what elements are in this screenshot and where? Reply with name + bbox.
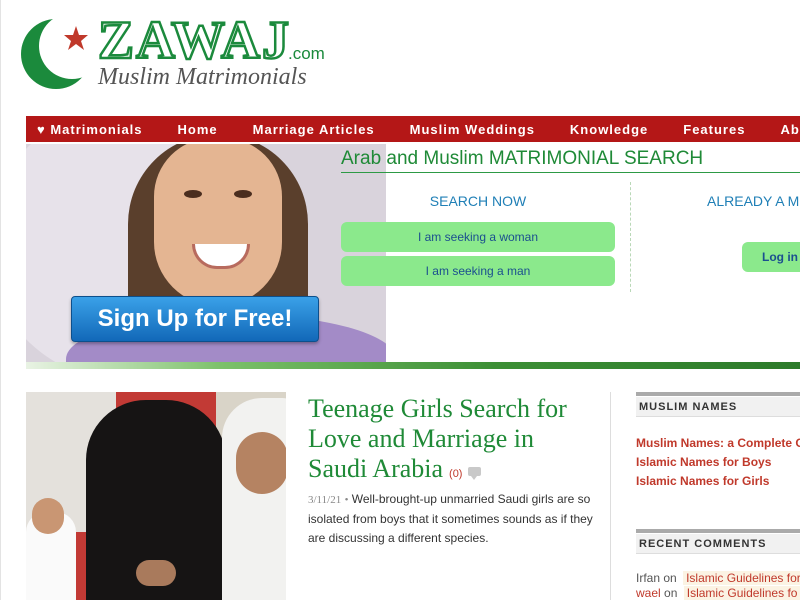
article-excerpt-text: Well-brought-up unmarried Saudi girls ar…	[308, 492, 593, 545]
names-link-girls[interactable]: Islamic Names for Girls	[636, 474, 769, 488]
already-member-heading: ALREADY A M	[707, 193, 800, 209]
seek-man-button[interactable]: I am seeking a man	[341, 256, 615, 286]
login-button[interactable]: Log in	[742, 242, 800, 272]
search-now-heading: SEARCH NOW	[429, 193, 527, 209]
sidebar-bar	[636, 392, 800, 396]
hero-banner[interactable]: Sign Up for Free!	[26, 144, 386, 362]
article-image[interactable]	[26, 392, 286, 600]
search-title-rule	[341, 172, 800, 173]
nav-item-marriage-articles[interactable]: Marriage Articles	[253, 122, 375, 137]
recent-comment: Irfan on Islamic Guidelines for	[636, 571, 800, 585]
muslim-names-heading: MUSLIM NAMES	[636, 397, 800, 417]
page: ZAWAJ .com Muslim Matrimonials ♥ Matrimo…	[0, 0, 800, 600]
logo-domain: .com	[288, 44, 325, 63]
comment-post-link[interactable]: Islamic Guidelines fo	[683, 586, 800, 600]
article-title[interactable]: Teenage Girls Search for Love and Marria…	[308, 394, 567, 483]
names-link-boys[interactable]: Islamic Names for Boys	[636, 455, 771, 469]
nav-item-matrimonials[interactable]: ♥ Matrimonials	[37, 122, 143, 137]
date-separator: •	[344, 494, 349, 506]
article-title-link[interactable]: Teenage Girls Search for Love and Marria…	[308, 394, 598, 489]
nav-item-home[interactable]: Home	[178, 122, 218, 137]
search-title: Arab and Muslim MATRIMONIAL SEARCH	[341, 148, 704, 169]
seek-woman-button[interactable]: I am seeking a woman	[341, 222, 615, 252]
page-border	[0, 0, 1, 600]
comment-on: on	[663, 571, 677, 585]
nav-item-features[interactable]: Features	[683, 122, 745, 137]
comment-author: Irfan	[636, 571, 661, 585]
main-nav: ♥ Matrimonials Home Marriage Articles Mu…	[26, 116, 800, 142]
hero-divider	[26, 362, 800, 369]
logo-tagline: Muslim Matrimonials	[98, 64, 307, 90]
search-column-divider	[630, 182, 631, 292]
site-logo[interactable]: ZAWAJ .com Muslim Matrimonials	[20, 9, 330, 94]
recent-comments-heading: RECENT COMMENTS	[636, 534, 800, 554]
article-excerpt: 3/11/21 • Well-brought-up unmarried Saud…	[308, 490, 598, 548]
comment-post-link[interactable]: Islamic Guidelines for	[683, 571, 800, 585]
comment-on: on	[664, 586, 678, 600]
article-date: 3/11/21	[308, 494, 342, 506]
signup-button[interactable]: Sign Up for Free!	[71, 296, 319, 342]
names-link-complete-guide[interactable]: Muslim Names: a Complete G	[636, 436, 800, 450]
nav-item-knowledge[interactable]: Knowledge	[570, 122, 648, 137]
nav-item-about[interactable]: About	[780, 122, 800, 137]
comment-author[interactable]: wael	[636, 586, 661, 600]
hero-face	[154, 144, 282, 306]
comment-bubble-icon[interactable]	[468, 467, 482, 480]
content-divider	[610, 392, 611, 600]
recent-comment: wael on Islamic Guidelines fo	[636, 586, 800, 600]
sidebar-bar	[636, 529, 800, 533]
comment-count[interactable]: (0)	[449, 468, 462, 480]
logo-wordmark: ZAWAJ	[97, 9, 292, 72]
nav-item-muslim-weddings[interactable]: Muslim Weddings	[410, 122, 535, 137]
crescent-star-icon	[21, 14, 100, 89]
